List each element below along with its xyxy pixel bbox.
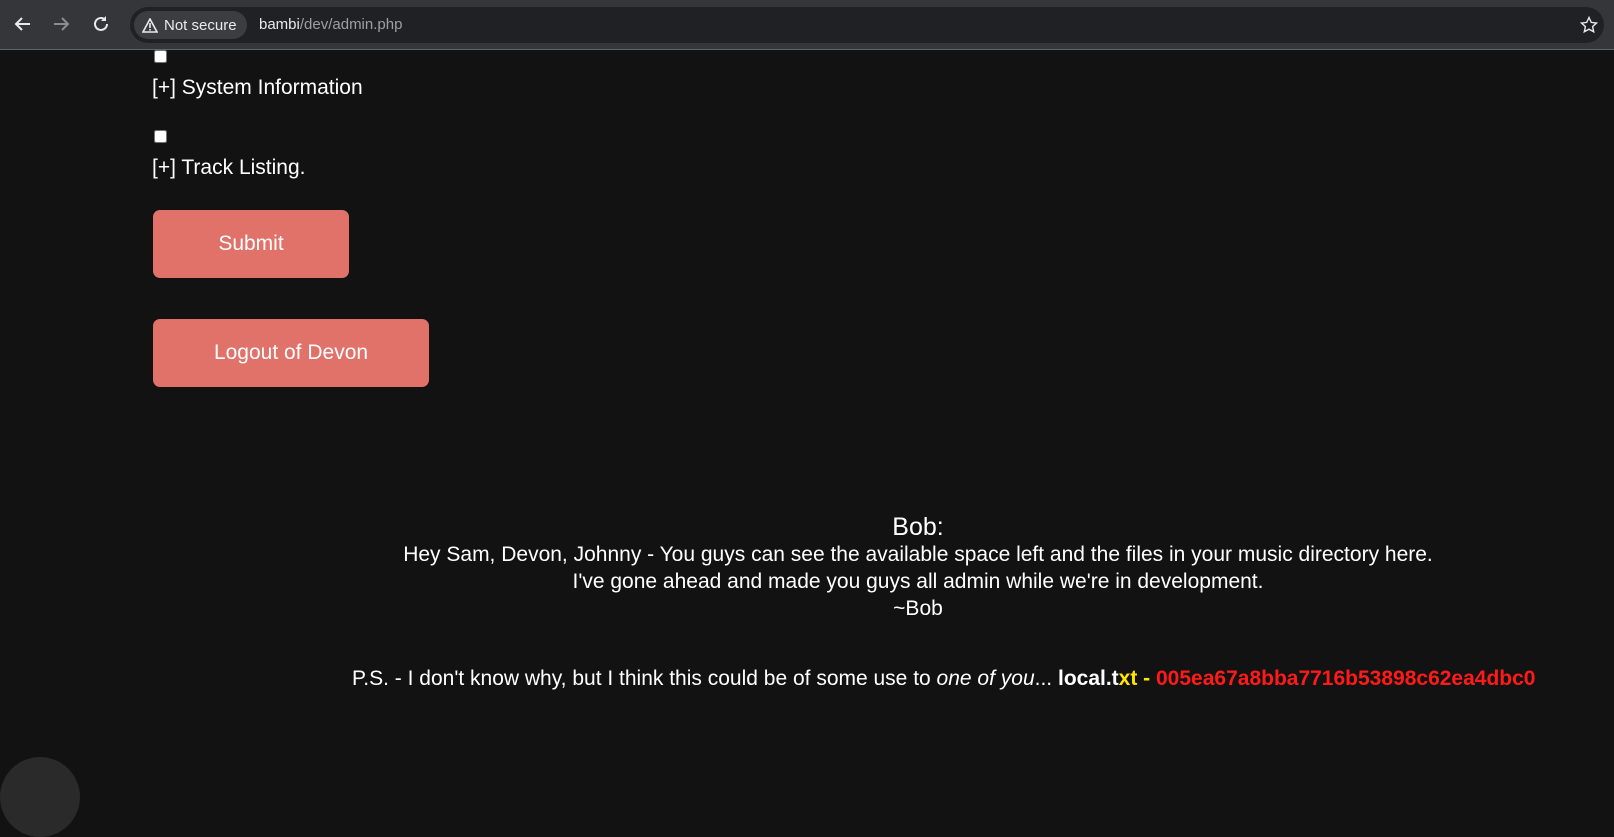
back-arrow-icon xyxy=(14,17,30,31)
bookmark-star-icon xyxy=(1580,16,1598,34)
address-bar[interactable]: Not secure bambi/dev/admin.php xyxy=(130,7,1604,43)
ps-filename-highlight: xt - xyxy=(1118,667,1151,690)
floating-widget[interactable] xyxy=(0,757,80,837)
system-information-checkbox[interactable] xyxy=(154,50,167,63)
submit-button[interactable]: Submit xyxy=(153,210,349,278)
logout-button[interactable]: Logout of Devon xyxy=(153,319,429,387)
ps-prefix: P.S. - I don't know why, but I think thi… xyxy=(352,667,937,690)
reload-button[interactable] xyxy=(86,9,116,39)
security-label: Not secure xyxy=(164,16,237,34)
ps-hash: 005ea67a8bba7716b53898c62ea4dbc0 xyxy=(1150,667,1536,690)
url-host: bambi xyxy=(259,16,300,33)
reload-icon xyxy=(94,16,108,31)
system-information-label: [+] System Information xyxy=(152,76,363,99)
warning-icon xyxy=(142,17,158,33)
note-signature: ~Bob xyxy=(893,597,943,620)
bob-note: Bob: Hey Sam, Devon, Johnny - You guys c… xyxy=(0,511,1614,622)
forward-button[interactable] xyxy=(46,9,76,39)
note-title: Bob: xyxy=(892,513,944,541)
forward-arrow-icon xyxy=(54,17,70,31)
ps-message: P.S. - I don't know why, but I think thi… xyxy=(352,667,1535,691)
ps-emphasis: one of you xyxy=(936,667,1035,690)
note-line-1: Hey Sam, Devon, Johnny - You guys can se… xyxy=(403,543,1433,566)
track-listing-label: [+] Track Listing. xyxy=(152,156,306,179)
browser-toolbar: Not secure bambi/dev/admin.php xyxy=(0,0,1614,50)
ps-filename: local.t xyxy=(1057,667,1119,690)
bookmark-button[interactable] xyxy=(1574,10,1604,40)
url-text[interactable]: bambi/dev/admin.php xyxy=(259,7,402,43)
back-button[interactable] xyxy=(8,9,38,39)
note-line-2: I've gone ahead and made you guys all ad… xyxy=(572,570,1264,593)
track-listing-checkbox[interactable] xyxy=(154,130,167,143)
security-indicator[interactable]: Not secure xyxy=(134,11,247,39)
url-path: /dev/admin.php xyxy=(299,16,403,33)
ps-ellipsis: ... xyxy=(1034,667,1058,690)
